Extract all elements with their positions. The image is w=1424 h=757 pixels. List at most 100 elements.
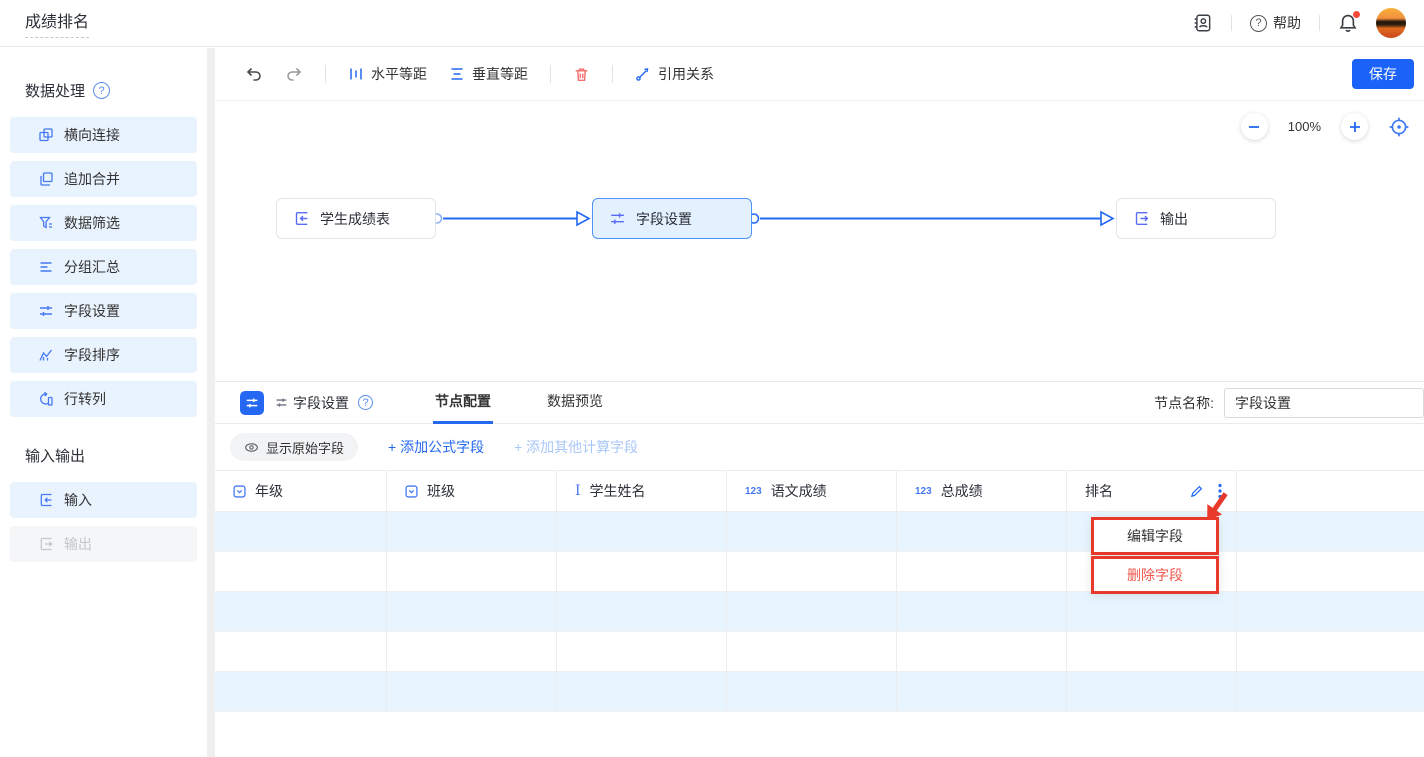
node-field-settings[interactable]: 字段设置 <box>592 198 752 239</box>
output-icon <box>38 536 54 552</box>
sidebar-item-row-to-column[interactable]: 行转列 <box>10 381 197 417</box>
sidebar-item-output: 输出 <box>10 526 197 562</box>
column-header-total-score[interactable]: 123 总成绩 <box>897 471 1067 511</box>
table-row <box>215 512 1424 552</box>
field-table-body <box>215 512 1424 712</box>
column-label: 年级 <box>255 481 283 501</box>
undo-button[interactable] <box>245 65 263 83</box>
flow-edges <box>215 101 1424 381</box>
topbar-actions: ? 帮助 <box>1193 8 1424 38</box>
number-type-icon: 123 <box>745 486 762 497</box>
page-title[interactable]: 成绩排名 <box>25 8 89 38</box>
sidebar-item-data-filter[interactable]: 数据筛选 <box>10 205 197 241</box>
horizontal-join-icon <box>38 127 54 143</box>
number-type-icon: 123 <box>915 486 932 497</box>
notifications-button[interactable] <box>1338 13 1358 33</box>
main-area: 水平等距 垂直等距 引用关系 保存 <box>215 48 1424 757</box>
help-label: 帮助 <box>1273 13 1301 33</box>
reference-relation-button[interactable]: 引用关系 <box>635 64 714 84</box>
horizontal-spacing-button[interactable]: 水平等距 <box>348 64 427 84</box>
sidebar-item-label: 分组汇总 <box>64 257 120 277</box>
column-header-student-name[interactable]: I 学生姓名 <box>557 471 727 511</box>
help-button[interactable]: ? 帮助 <box>1250 13 1301 33</box>
column-header-class[interactable]: 班级 <box>387 471 557 511</box>
sidebar-item-label: 数据筛选 <box>64 213 120 233</box>
toolbar-separator <box>612 65 613 83</box>
show-original-fields-button[interactable]: 显示原始字段 <box>230 433 358 461</box>
column-label: 语文成绩 <box>771 481 827 501</box>
sidebar-item-field-sort[interactable]: 字段排序 <box>10 337 197 373</box>
zoom-out-button[interactable] <box>1241 113 1268 140</box>
panel-title-text: 字段设置 <box>293 393 349 413</box>
column-header-grade[interactable]: 年级 <box>215 471 387 511</box>
flow-canvas[interactable]: 学生成绩表 字段设置 输出 100% <box>215 101 1424 381</box>
zoom-level: 100% <box>1288 119 1321 134</box>
help-icon: ? <box>1250 15 1267 32</box>
input-icon <box>38 492 54 508</box>
topbar-separator <box>1231 15 1232 31</box>
menu-item-delete-field[interactable]: 删除字段 <box>1091 556 1219 594</box>
node-student-scores[interactable]: 学生成绩表 <box>276 198 436 239</box>
undo-icon <box>245 65 263 83</box>
node-label: 学生成绩表 <box>320 209 390 229</box>
vertical-spacing-icon <box>449 66 465 82</box>
sidebar-item-append-merge[interactable]: 追加合并 <box>10 161 197 197</box>
sidebar-item-label: 输入 <box>64 490 92 510</box>
zoom-controls: 100% <box>1241 113 1410 140</box>
field-settings-badge <box>240 391 264 415</box>
tab-data-preview[interactable]: 数据预览 <box>545 382 605 424</box>
sidebar-item-group-summary[interactable]: 分组汇总 <box>10 249 197 285</box>
column-label: 排名 <box>1085 481 1113 501</box>
redo-button[interactable] <box>285 65 303 83</box>
sidebar-item-horizontal-join[interactable]: 横向连接 <box>10 117 197 153</box>
topbar: 成绩排名 ? 帮助 <box>0 0 1424 47</box>
tab-node-config[interactable]: 节点配置 <box>433 382 493 424</box>
topbar-separator <box>1319 15 1320 31</box>
sidebar-item-field-settings[interactable]: 字段设置 <box>10 293 197 329</box>
sidebar-item-label: 字段设置 <box>64 301 120 321</box>
field-context-menu: 编辑字段 删除字段 <box>1091 517 1219 594</box>
field-table-header: 年级 班级 I 学生姓名 123 语文成绩 123 <box>215 471 1424 512</box>
node-config-panel: 字段设置 ? 节点配置 数据预览 节点名称: 显示原始字段 + 添加公式字段 +… <box>215 381 1424 712</box>
section-help-icon[interactable]: ? <box>93 82 110 99</box>
row-to-column-icon <box>38 391 54 407</box>
data-filter-icon <box>38 215 54 231</box>
save-button[interactable]: 保存 <box>1352 59 1414 89</box>
minus-icon <box>1247 120 1261 134</box>
reference-relation-label: 引用关系 <box>658 64 714 84</box>
section-title: 数据处理 <box>25 80 85 101</box>
append-merge-icon <box>38 171 54 187</box>
column-label: 学生姓名 <box>590 481 646 501</box>
node-label: 输出 <box>1160 209 1188 229</box>
page: { "app": { "title": "成绩排名" }, "topbar": … <box>0 0 1424 757</box>
fit-view-button[interactable] <box>1388 116 1410 138</box>
node-name-input[interactable] <box>1224 388 1424 418</box>
group-summary-icon <box>38 259 54 275</box>
sidebar-section-input-output: 输入输出 <box>25 445 207 466</box>
trash-icon <box>573 66 590 83</box>
panel-help-icon[interactable]: ? <box>358 395 373 410</box>
sidebar-item-input[interactable]: 输入 <box>10 482 197 518</box>
node-output[interactable]: 输出 <box>1116 198 1276 239</box>
reference-relation-icon <box>635 66 651 82</box>
zoom-in-button[interactable] <box>1341 113 1368 140</box>
delete-button[interactable] <box>573 66 590 83</box>
contacts-icon[interactable] <box>1193 13 1213 33</box>
menu-item-edit-field[interactable]: 编辑字段 <box>1091 517 1219 555</box>
vertical-spacing-button[interactable]: 垂直等距 <box>449 64 528 84</box>
select-type-icon <box>405 485 418 498</box>
user-avatar[interactable] <box>1376 8 1406 38</box>
eye-icon <box>244 440 259 455</box>
column-label: 班级 <box>427 481 455 501</box>
column-header-chinese-score[interactable]: 123 语文成绩 <box>727 471 897 511</box>
panel-title: 字段设置 ? <box>275 393 373 413</box>
input-node-icon <box>293 210 310 227</box>
field-settings-mini-icon <box>275 396 288 409</box>
table-row <box>215 632 1424 672</box>
field-settings-node-icon <box>609 210 626 227</box>
node-name-group: 节点名称: <box>1154 388 1424 418</box>
select-type-icon <box>233 485 246 498</box>
plus-icon <box>1348 120 1362 134</box>
add-formula-field-button[interactable]: + 添加公式字段 <box>388 437 484 457</box>
sidebar-item-label: 字段排序 <box>64 345 120 365</box>
